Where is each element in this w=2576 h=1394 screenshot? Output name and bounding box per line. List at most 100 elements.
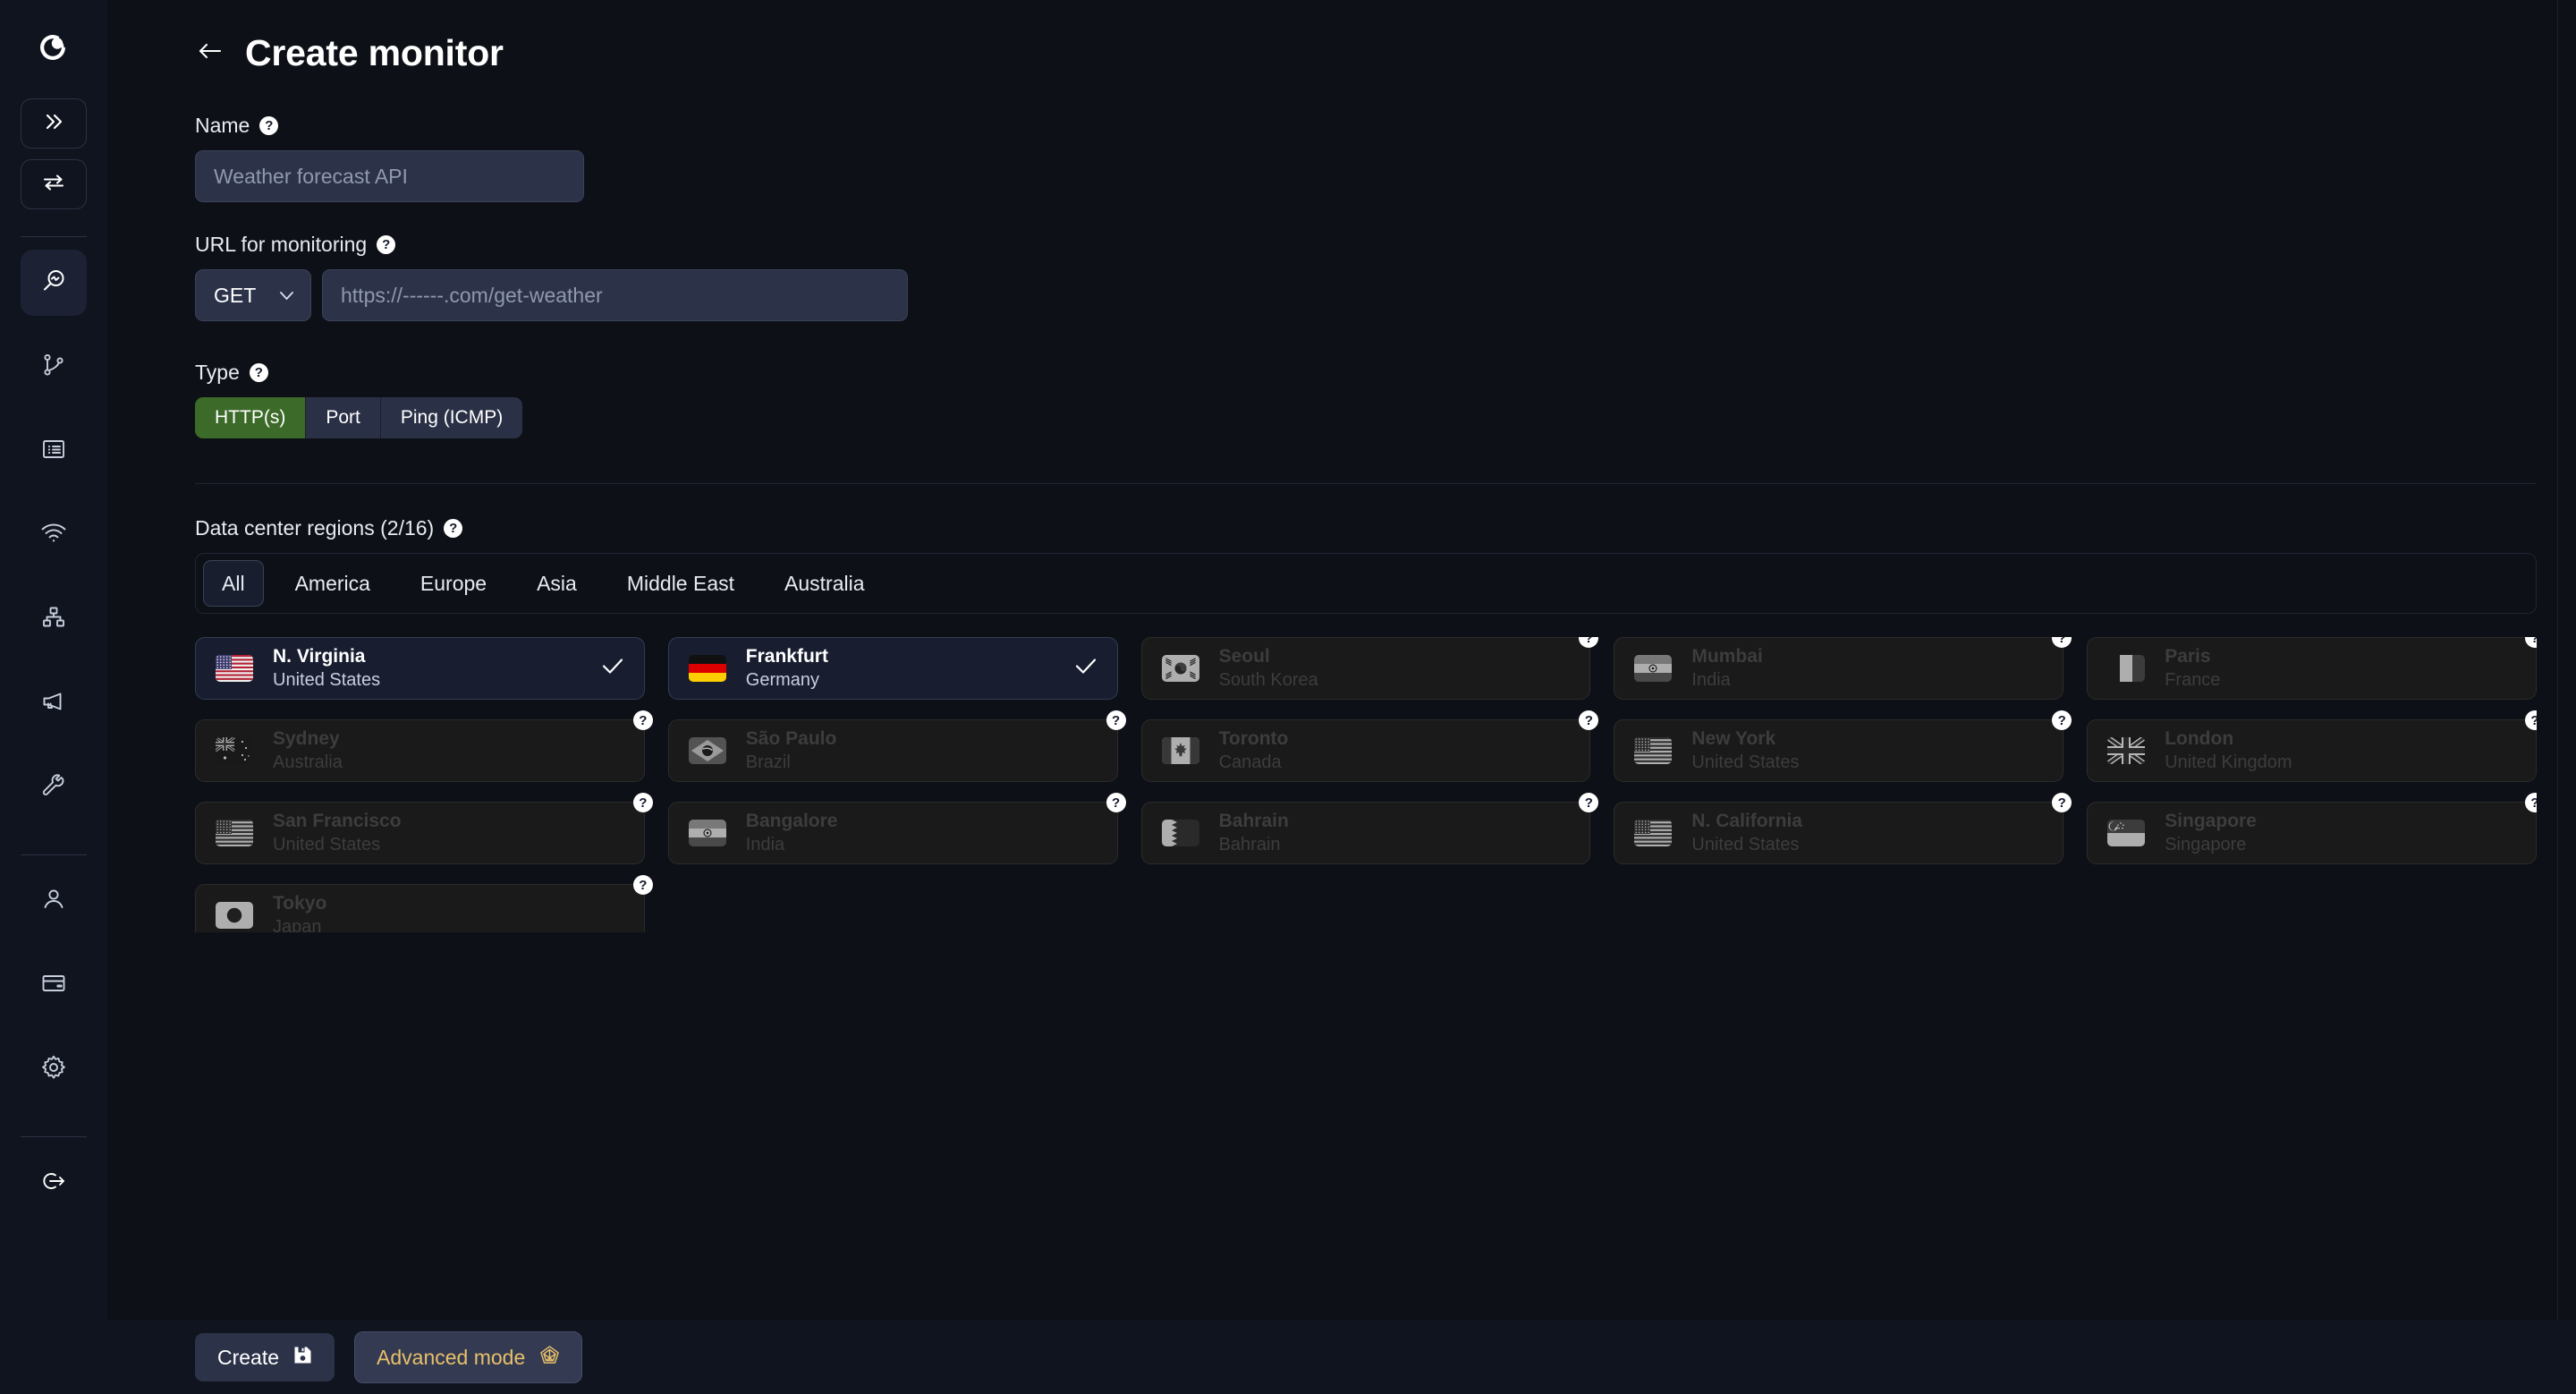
region-country: United Kingdom (2165, 752, 2292, 772)
expand-sidebar-button[interactable] (21, 98, 87, 149)
regions-label-row: Data center regions (2/16) ? (195, 516, 2556, 540)
region-locked-help-icon[interactable]: ? (1106, 710, 1126, 730)
region-locked-help-icon[interactable]: ? (2524, 637, 2537, 648)
region-card-text: N. California United States (1691, 811, 1802, 854)
region-tab-asia[interactable]: Asia (518, 560, 596, 607)
sidebar-item-tools[interactable] (21, 754, 87, 820)
region-city: Seoul (1218, 646, 1270, 667)
region-country: Bahrain (1218, 834, 1281, 854)
region-card-text: Bahrain Bahrain (1219, 811, 1289, 854)
region-tab-middle-east[interactable]: Middle East (608, 560, 753, 607)
flag-icon-in (688, 820, 726, 846)
region-card-text: Frankfurt Germany (746, 646, 828, 690)
region-card[interactable]: N. Virginia United States (195, 637, 645, 700)
brand-logo[interactable] (26, 20, 81, 75)
logout-icon (40, 1170, 67, 1196)
region-city: N. California (1691, 811, 1803, 832)
flag-icon-us (216, 820, 253, 846)
region-city: New York (1691, 728, 1776, 750)
swap-arrows-icon (41, 173, 66, 197)
region-locked-help-icon[interactable]: ? (632, 710, 653, 730)
region-locked-help-icon[interactable]: ? (1579, 637, 1599, 648)
sidebar-item-reports[interactable] (21, 418, 87, 484)
region-card[interactable]: Frankfurt Germany (667, 637, 1118, 700)
region-card-text: Sydney Australia (273, 728, 343, 772)
region-locked-help-icon[interactable]: ? (632, 793, 653, 812)
region-city: Toronto (1218, 728, 1289, 750)
advanced-mode-button[interactable]: Advanced mode (354, 1331, 583, 1383)
region-city: Bahrain (1218, 811, 1289, 832)
http-method-select[interactable]: GET (195, 269, 311, 321)
sidebar-item-announcements[interactable] (21, 670, 87, 736)
wifi-icon (40, 523, 67, 548)
region-card: New York United States? (1614, 710, 2072, 782)
region-locked-help-icon[interactable]: ? (1106, 793, 1126, 812)
megaphone-icon (41, 691, 66, 717)
action-bar: Create Advanced mode (107, 1321, 2576, 1394)
region-country: Singapore (2165, 834, 2247, 854)
region-tab-europe[interactable]: Europe (402, 560, 505, 607)
page-title: Create monitor (245, 32, 504, 73)
region-locked-help-icon[interactable]: ? (2524, 793, 2537, 812)
type-option-ping[interactable]: Ping (ICMP) (379, 397, 523, 438)
region-locked-help-icon[interactable]: ? (1579, 793, 1599, 812)
region-locked-help-icon[interactable]: ? (632, 875, 653, 895)
url-input[interactable] (322, 269, 908, 321)
sidebar-divider-bottom (21, 1136, 87, 1137)
type-label-row: Type ? (195, 361, 2556, 385)
sidebar-item-settings[interactable] (21, 1036, 87, 1102)
url-label-row: URL for monitoring ? (195, 233, 2556, 257)
name-label-row: Name ? (195, 114, 2556, 138)
region-locked-help-icon[interactable]: ? (2052, 710, 2072, 730)
flag-icon-au (216, 737, 253, 764)
arrow-left-icon (197, 39, 224, 67)
sidebar-item-monitors[interactable] (21, 250, 87, 316)
sidebar-item-billing[interactable] (21, 952, 87, 1018)
back-button[interactable] (195, 38, 225, 69)
region-tab-america[interactable]: America (276, 560, 389, 607)
type-option-https[interactable]: HTTP(s) (195, 397, 306, 438)
region-city: Sydney (273, 728, 340, 750)
region-card-text: N. Virginia United States (273, 646, 380, 690)
region-card-text: Seoul South Korea (1219, 646, 1318, 690)
sidebar-item-network[interactable] (21, 586, 87, 652)
region-locked-help-icon[interactable]: ? (2052, 637, 2072, 648)
region-country: Brazil (745, 752, 791, 772)
flag-icon-jp (216, 902, 253, 929)
check-icon (1074, 657, 1097, 681)
region-city: Singapore (2165, 811, 2257, 832)
region-card-text: Paris France (2165, 646, 2220, 690)
region-country: Germany (745, 669, 820, 690)
switch-account-button[interactable] (21, 159, 87, 209)
region-locked-help-icon[interactable]: ? (1579, 710, 1599, 730)
sidebar-item-profile[interactable] (21, 868, 87, 934)
name-help-icon[interactable]: ? (259, 116, 279, 135)
sidebar-item-logout[interactable] (21, 1150, 87, 1216)
region-country: United States (1691, 752, 1800, 772)
create-button-label: Create (217, 1345, 280, 1369)
region-locked-help-icon[interactable]: ? (2524, 710, 2537, 730)
region-card: SingaporeSingapore? (2087, 793, 2537, 864)
region-city: Frankfurt (745, 646, 828, 667)
region-card-text: Mumbai India (1691, 646, 1762, 690)
sidebar-item-workflows[interactable] (21, 334, 87, 400)
type-help-icon[interactable]: ? (249, 363, 268, 382)
regions-help-icon[interactable]: ? (444, 519, 463, 538)
create-button[interactable]: Create (195, 1333, 335, 1381)
region-card: San Francisco United States? (195, 793, 653, 864)
region-tab-australia[interactable]: Australia (766, 560, 883, 607)
url-row: GET (195, 269, 2556, 321)
type-option-port[interactable]: Port (305, 397, 380, 438)
gear-icon (41, 1055, 66, 1084)
region-tab-all[interactable]: All (203, 560, 264, 607)
region-tabs: All America Europe Asia Middle East Aust… (195, 553, 2537, 614)
name-input[interactable] (195, 150, 584, 202)
magnifier-pulse-icon (40, 268, 67, 299)
sidebar-item-status[interactable] (21, 502, 87, 568)
region-locked-help-icon[interactable]: ? (2052, 793, 2072, 812)
region-country: Australia (273, 752, 343, 772)
region-city: London (2165, 728, 2234, 750)
region-city: Tokyo (273, 893, 327, 914)
url-help-icon[interactable]: ? (377, 235, 396, 254)
list-panel-icon (41, 438, 66, 464)
